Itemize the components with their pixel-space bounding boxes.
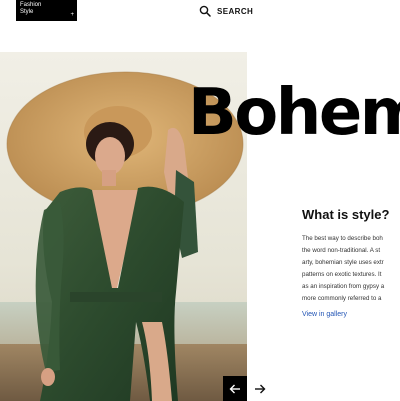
brand-name-line2: Style: [20, 9, 34, 15]
article-body: The best way to describe boh the word no…: [302, 233, 400, 305]
search-label: SEARCH: [217, 6, 254, 16]
body-line: patterns on exotic textures. It: [302, 271, 382, 278]
search-button[interactable]: SEARCH: [199, 4, 253, 18]
arrow-left-icon: [229, 384, 240, 393]
previous-button[interactable]: [223, 376, 247, 401]
body-line: more commonly referred to a: [302, 295, 382, 302]
headline: Bohem: [188, 76, 400, 150]
plus-icon: +: [70, 12, 74, 18]
view-in-gallery-link[interactable]: View in gallery: [302, 311, 347, 318]
body-line: The best way to describe boh: [302, 235, 383, 242]
body-line: arty, bohemian style uses extr: [302, 259, 384, 266]
article-subtitle: What is style?: [302, 207, 390, 222]
body-line: as an inspiration from gypsy a: [302, 283, 385, 290]
brand-logo[interactable]: Fashion Style +: [16, 0, 77, 21]
search-icon: [199, 5, 211, 17]
arrow-right-icon: [255, 384, 266, 393]
next-button[interactable]: [249, 376, 271, 401]
brand-name-line1: Fashion: [20, 2, 42, 8]
body-line: the word non-traditional. A st: [302, 247, 381, 254]
page: Fashion Style + SEARCH Bohem What is sty…: [0, 0, 400, 401]
